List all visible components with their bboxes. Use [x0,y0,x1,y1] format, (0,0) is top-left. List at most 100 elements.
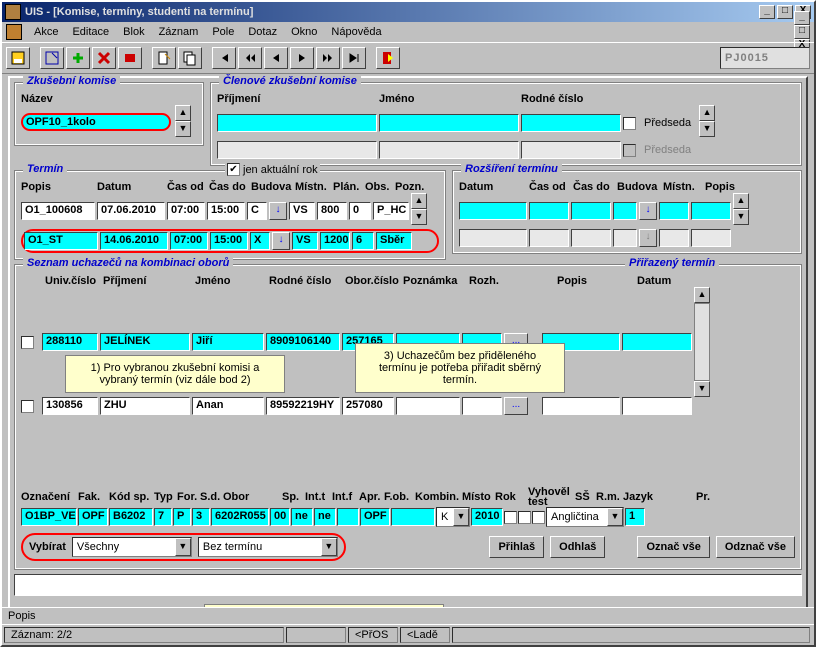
nazev-field[interactable]: OPF10_1kolo [21,113,171,131]
b-ozn[interactable]: O1BP_VE [21,508,77,526]
b-fak[interactable]: OPF [78,508,108,526]
jen-akt-check[interactable]: ✔ [227,163,240,176]
clen-scroll-down[interactable]: ▼ [699,121,715,137]
rozs-scroll-up[interactable]: ▲ [733,193,749,209]
maximize-button[interactable]: □ [777,5,793,19]
exit-button[interactable] [376,47,400,69]
next-page-button[interactable] [316,47,340,69]
s2-univ[interactable]: 130856 [42,397,98,415]
b-kodsp[interactable]: B6202 [109,508,153,526]
toolbar-code-field[interactable] [720,47,810,69]
edit-button[interactable] [152,47,176,69]
t1-casod[interactable]: 07:00 [167,202,205,220]
menu-zaznam[interactable]: Záznam [153,25,205,39]
p1-datum[interactable] [622,333,692,351]
clear-button[interactable] [118,47,142,69]
b-for[interactable]: P [173,508,191,526]
b-misto-select[interactable]: K▼ [436,507,470,527]
bottom-text-field[interactable] [14,574,802,596]
p2-datum[interactable] [622,397,692,415]
t2-casdo[interactable]: 15:00 [210,232,248,250]
s1-check[interactable] [21,336,34,349]
seznam-scroll-track[interactable] [694,303,710,381]
t1-casdo[interactable]: 15:00 [207,202,245,220]
scroll-down-button[interactable]: ▼ [175,121,191,137]
s1-rodne[interactable]: 8909106140 [266,333,340,351]
prihlas-button[interactable]: Přihlaš [489,536,544,558]
menu-blok[interactable]: Blok [117,25,150,39]
s1-univ[interactable]: 288110 [42,333,98,351]
s2-more-btn[interactable]: ... [504,397,528,415]
b-sd[interactable]: 3 [192,508,210,526]
odznacvse-button[interactable]: Odznač vše [716,536,795,558]
rozs-scroll-down[interactable]: ▼ [733,209,749,225]
mdi-minimize-button[interactable]: _ [794,11,810,25]
t1-obs[interactable]: 0 [349,202,371,220]
delete-button[interactable] [92,47,116,69]
r1-budova-btn[interactable]: ↓ [639,202,657,220]
b-fob[interactable]: OPF [360,508,390,526]
t2-obs[interactable]: 6 [352,232,374,250]
t1-popis[interactable]: O1_100608 [21,202,95,220]
r2-popis[interactable] [691,229,731,247]
next-button[interactable] [290,47,314,69]
b-obor[interactable]: 6202R055 [211,508,269,526]
b-sp[interactable]: 00 [270,508,290,526]
t1-plan[interactable]: 800 [317,202,347,220]
search-button[interactable] [40,47,64,69]
t1-datum[interactable]: 07.06.2010 [97,202,165,220]
clen-prijmeni-2[interactable] [217,141,377,159]
r1-datum[interactable] [459,202,527,220]
s2-check[interactable] [21,400,34,413]
t2-datum[interactable]: 14.06.2010 [100,232,168,250]
b-apr[interactable] [337,508,359,526]
t1-pozn[interactable]: P_HC [373,202,409,220]
odhlas-button[interactable]: Odhlaš [550,536,605,558]
s1-jmeno[interactable]: Jiří [192,333,264,351]
termin-scroll-up[interactable]: ▲ [411,193,427,209]
r1-budova[interactable] [613,202,637,220]
t1-budova[interactable]: C [247,202,267,220]
t2-mistn[interactable]: VS [292,232,318,250]
prev-page-button[interactable] [238,47,262,69]
clen-jmeno-2[interactable] [379,141,519,159]
vybirat-select-2[interactable]: Bez termínu▼ [198,537,338,557]
menu-napoveda[interactable]: Nápověda [325,25,387,39]
seznam-scroll-up[interactable]: ▲ [694,287,710,303]
seznam-scroll-down[interactable]: ▼ [694,381,710,397]
oznacvse-button[interactable]: Označ vše [637,536,709,558]
s2-rozh[interactable] [462,397,502,415]
scroll-up-button[interactable]: ▲ [175,105,191,121]
clen-scroll-up[interactable]: ▲ [699,105,715,121]
t2-casod[interactable]: 07:00 [170,232,208,250]
menu-pole[interactable]: Pole [206,25,240,39]
minimize-button[interactable]: _ [759,5,775,19]
t2-budova-btn[interactable]: ↓ [272,232,290,250]
save-button[interactable] [6,47,30,69]
t2-plan[interactable]: 1200 [320,232,350,250]
b-rok[interactable]: 2010 [471,508,503,526]
b-jazyk-select[interactable]: Angličtina▼ [546,507,624,527]
b-ss-check[interactable] [518,511,531,524]
b-komb[interactable] [391,508,435,526]
r2-casod[interactable] [529,229,569,247]
clen-prijmeni[interactable] [217,114,377,132]
b-typ[interactable]: 7 [154,508,172,526]
termin-scroll-down[interactable]: ▼ [411,209,427,225]
r1-mistn[interactable] [659,202,689,220]
r1-casdo[interactable] [571,202,611,220]
first-button[interactable] [212,47,236,69]
r2-casdo[interactable] [571,229,611,247]
b-intf[interactable]: ne [314,508,336,526]
clen-jmeno[interactable] [379,114,519,132]
b-rm-check[interactable] [532,511,545,524]
add-button[interactable] [66,47,90,69]
predseda-check-1[interactable] [623,117,636,130]
r2-budova-btn[interactable]: ↓ [639,229,657,247]
p2-popis[interactable] [542,397,620,415]
menu-okno[interactable]: Okno [285,25,323,39]
t2-pozn[interactable]: Sběr [376,232,412,250]
clen-rodne-2[interactable] [521,141,621,159]
b-test-check[interactable] [504,511,517,524]
s2-rodne[interactable]: 89592219HY [266,397,340,415]
